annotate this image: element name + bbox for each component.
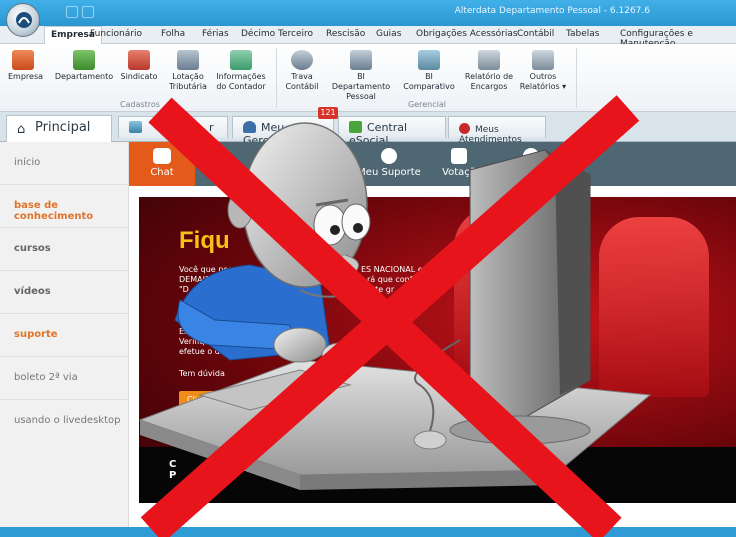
tab-dashboard[interactable]: r [118,116,228,138]
home-icon: ⌂ [17,122,26,137]
menu-contabil[interactable]: Contábil [511,28,560,40]
votacao-button[interactable]: Votaçã [435,142,483,186]
window-title: Alterdata Departamento Pessoal - 6.1267.… [454,6,650,16]
banner-footer: C P [139,447,736,503]
banner-cta-button[interactable]: Clique a [179,391,263,409]
app-window: Alterdata Departamento Pessoal - 6.1267.… [0,0,736,537]
tab-bar: ⌂ Principal r Meu Gerente Central eSocial… [0,112,736,147]
ribbon-button-outros-relatorios[interactable]: Outros Relatórios ▾ [518,50,568,92]
ribbon-button-relatorio-encargos[interactable]: Relatório de Encargos [462,50,516,92]
menu-obrigacoes-acessorias[interactable]: Obrigações Acessórias [410,28,524,40]
sidebar-item-inicio[interactable]: início [0,142,129,185]
tab-meu-gerente[interactable]: Meu Gerente [232,116,334,147]
siren-light-image [599,217,709,397]
tax-allocation-icon [177,50,199,70]
menu-bar: Empresa Funcionário Folha Férias Décimo … [0,26,736,49]
lock-icon [291,50,313,70]
promo-banner[interactable]: Fiqu Você que possui emp ES NACIONAL e D… [139,197,736,503]
banner-text-line: Verifique se a [179,337,234,346]
banner-question: Tem dúvida [179,369,225,378]
banner-text-line: Você que possui emp [179,265,265,274]
ribbon-group-separator [276,48,277,108]
ribbon: Empresa Departamento Sindicato Lotação T… [0,44,736,112]
esocial-icon [349,121,362,133]
building-add-icon [12,50,34,70]
banner-text-line: Empresa [179,327,215,336]
bi-department-icon [350,50,372,70]
ribbon-button-empresa[interactable]: Empresa [8,50,43,82]
accountant-info-icon [230,50,252,70]
menu-decimo-terceiro[interactable]: Décimo Terceiro [235,28,319,40]
chat-button[interactable]: Chat [129,142,195,186]
sidebar-item-suporte[interactable]: suporte [0,314,129,357]
meu-suporte-button[interactable]: Meu Suporte [351,142,427,186]
charges-report-icon [478,50,500,70]
ribbon-group-gerencial: Gerencial [408,100,446,109]
vote-icon [451,148,467,164]
sidebar-item-videos[interactable]: vídeos [0,271,129,314]
quick-access-icon[interactable] [82,6,94,18]
sidebar-item-boleto[interactable]: boleto 2ª via [0,357,129,400]
banner-footer-text: C P [169,459,177,481]
info-icon [523,148,539,164]
tab-meus-atendimentos[interactable]: Meus Atendimentos [448,116,546,145]
title-bar: Alterdata Departamento Pessoal - 6.1267.… [0,0,736,26]
siren-light-image [454,207,554,377]
menu-funcionario[interactable]: Funcionário [84,28,148,40]
ribbon-button-bi-departamento[interactable]: BI Departamento Pessoal [330,50,392,102]
other-reports-icon [532,50,554,70]
menu-folha[interactable]: Folha [155,28,191,40]
ribbon-button-bi-comparativo[interactable]: BI Comparativo [400,50,458,92]
ribbon-group-cadastros: Cadastros [120,100,160,109]
sidebar-item-cursos[interactable]: cursos [0,228,129,271]
app-logo-icon [16,12,32,28]
menu-guias[interactable]: Guias [370,28,407,40]
chart-icon [129,121,142,133]
quick-access-icon[interactable] [66,6,78,18]
department-icon [73,50,95,70]
sidebar: início base de conhecimento cursos vídeo… [0,142,129,527]
sidebar-item-base-conhecimento[interactable]: base de conhecimento [0,185,129,228]
banner-heading: Fiqu [179,227,230,254]
notification-badge: 121 [318,107,338,119]
chat-icon [153,148,171,164]
headset-icon [381,148,397,164]
ribbon-button-lotacao-tributaria[interactable]: Lotação Tributária [166,50,210,92]
ribbon-button-departamento[interactable]: Departamento [52,50,116,82]
union-people-icon [128,50,150,70]
menu-ferias[interactable]: Férias [196,28,235,40]
sidebar-item-livedesktop[interactable]: usando o livedesktop [0,400,129,443]
info-button[interactable]: as [501,142,561,186]
support-icon [459,123,470,134]
ribbon-button-trava-contabil[interactable]: Trava Contábil [282,50,322,92]
ribbon-group-separator [576,48,577,108]
tab-principal[interactable]: ⌂ Principal [6,115,112,142]
banner-text-line: "D [179,285,189,294]
user-icon [243,121,256,133]
app-menu-orb-icon[interactable] [6,3,40,37]
banner-text-line: efetue o devi [179,347,232,356]
bi-compare-icon [418,50,440,70]
banner-text-line: ES NACIONAL e [361,265,423,274]
banner-text-line: DEMAIS) ANTE [179,275,238,284]
banner-text-line: rá que confo [367,275,418,284]
live-toolbar: Chat Meu Suporte Votaçã as [129,142,736,186]
banner-text-line: ste gr [371,285,395,294]
main-content: Chat Meu Suporte Votaçã as Fiqu Você que… [129,142,736,527]
ribbon-button-informacoes-contador[interactable]: Informações do Contador [214,50,268,92]
menu-rescisao[interactable]: Rescisão [320,28,371,40]
ribbon-button-sindicato[interactable]: Sindicato [118,50,160,82]
menu-tabelas[interactable]: Tabelas [560,28,605,40]
tab-central-esocial[interactable]: Central eSocial [338,116,446,147]
